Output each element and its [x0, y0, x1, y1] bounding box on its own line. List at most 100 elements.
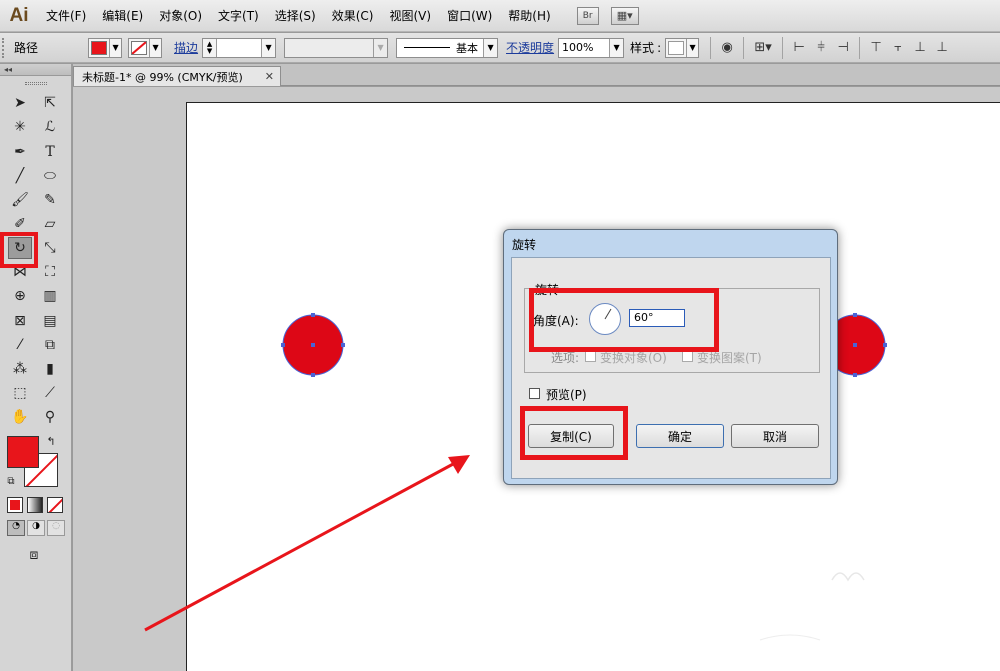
- direct-selection-tool-icon[interactable]: ⇱: [38, 92, 62, 114]
- bridge-button[interactable]: Br: [576, 6, 599, 25]
- copy-button-highlight: [520, 406, 628, 460]
- stroke-color-button[interactable]: ▼: [128, 37, 163, 58]
- menu-select[interactable]: 选择(S): [267, 0, 324, 32]
- close-icon[interactable]: ✕: [265, 70, 274, 83]
- align-top-icon[interactable]: ⊤: [865, 37, 887, 59]
- style-label: 样式: [630, 41, 655, 55]
- object-type-label: 路径: [14, 41, 39, 55]
- gradient-mode-button[interactable]: [27, 497, 43, 513]
- control-bar-grip[interactable]: [2, 37, 10, 58]
- align-bottom-icon[interactable]: ⊥: [909, 37, 931, 59]
- brush-definition-dropdown[interactable]: 基本 ▼: [396, 37, 499, 58]
- screen-mode-icon[interactable]: ⧈: [22, 544, 46, 566]
- align-vertical-center-icon[interactable]: ⫟: [887, 37, 909, 59]
- brush-profile-label: 基本: [456, 41, 479, 55]
- style-colon: :: [657, 40, 662, 55]
- none-mode-button[interactable]: [47, 497, 63, 513]
- fill-swatch: [91, 40, 108, 55]
- zoom-tool-icon[interactable]: ⚲: [38, 406, 62, 428]
- default-fill-stroke-icon[interactable]: ⧉: [4, 474, 18, 488]
- transform-patterns-checkbox[interactable]: [682, 351, 693, 362]
- symbol-sprayer-tool-icon[interactable]: ⁂: [8, 358, 32, 380]
- ok-button[interactable]: 确定: [636, 424, 724, 448]
- menu-edit[interactable]: 编辑(E): [94, 0, 151, 32]
- reference-point-icon[interactable]: ⊞▾: [749, 37, 777, 59]
- magic-wand-tool-icon[interactable]: ✳: [8, 116, 32, 138]
- angle-highlight: [529, 288, 719, 352]
- document-tab-strip: 未标题-1* @ 99% (CMYK/预览) ✕: [73, 64, 1000, 86]
- menu-help[interactable]: 帮助(H): [500, 0, 558, 32]
- no-stroke-icon: [131, 40, 148, 55]
- fill-color-swatch[interactable]: [7, 436, 39, 468]
- column-graph-tool-icon[interactable]: ▮: [38, 358, 62, 380]
- cancel-button[interactable]: 取消: [731, 424, 819, 448]
- swap-fill-stroke-icon[interactable]: ↰: [44, 434, 58, 448]
- menu-bar: Ai 文件(F) 编辑(E) 对象(O) 文字(T) 选择(S) 效果(C) 视…: [0, 0, 1000, 32]
- app-logo: Ai: [9, 4, 29, 26]
- lasso-tool-icon[interactable]: ℒ: [38, 116, 62, 138]
- control-bar: 路径 ▼ ▼ 描边 ▲ ▼ ▼ ▼ 基本 ▼ 不透明度 100% ▼ 样式 : ▼…: [0, 33, 1000, 63]
- menu-effect[interactable]: 效果(C): [324, 0, 382, 32]
- tools-panel: ◂◂ ➤ ⇱ ✳ ℒ ✒ T ╱ ⬭ 🖌 ✎ ✐ ▱ ↻ ⤡ ⋈ ⛶ ⊕ ▥ ⊠…: [0, 64, 72, 671]
- pencil-tool-icon[interactable]: ✎: [38, 189, 62, 211]
- divider: [743, 36, 745, 59]
- dialog-title: 旋转: [512, 238, 537, 252]
- ellipse-tool-icon[interactable]: ⬭: [38, 165, 62, 187]
- eraser-tool-icon[interactable]: ▱: [38, 213, 62, 235]
- shape-builder-tool-icon[interactable]: ⊕: [8, 285, 32, 307]
- variable-width-profile: ▼: [284, 37, 389, 58]
- opacity-label[interactable]: 不透明度: [506, 39, 554, 56]
- menu-file[interactable]: 文件(F): [38, 0, 94, 32]
- chevron-down-icon: ▼: [149, 38, 161, 57]
- arrange-documents-icon[interactable]: ▦▾: [610, 6, 639, 25]
- panel-grip[interactable]: [0, 76, 71, 90]
- distribute-icon[interactable]: ⊥: [931, 37, 953, 59]
- align-horizontal-center-icon[interactable]: ⫩: [810, 37, 832, 59]
- gradient-tool-icon[interactable]: ▤: [38, 310, 62, 332]
- chevron-down-icon[interactable]: ▼: [261, 38, 276, 57]
- stroke-line-icon: [404, 47, 451, 48]
- type-tool-icon[interactable]: T: [38, 141, 62, 163]
- draw-behind-icon[interactable]: ◑: [27, 520, 45, 536]
- stroke-weight-field[interactable]: ▲ ▼ ▼: [202, 37, 277, 58]
- menu-view[interactable]: 视图(V): [381, 0, 439, 32]
- recolor-artwork-icon[interactable]: ◉: [716, 37, 738, 59]
- style-swatch: [668, 40, 685, 55]
- menu-window[interactable]: 窗口(W): [439, 0, 500, 32]
- artboard-tool-icon[interactable]: ⬚: [8, 382, 32, 404]
- chevron-down-icon: ▼: [373, 38, 388, 57]
- draw-inside-icon[interactable]: ◌: [47, 520, 65, 536]
- chevron-down-icon: ▼: [609, 38, 624, 57]
- preview-checkbox[interactable]: [529, 388, 540, 399]
- chevron-down-icon: ▼: [109, 38, 121, 57]
- slice-tool-icon[interactable]: ⟋: [38, 382, 62, 404]
- fill-color-button[interactable]: ▼: [88, 37, 123, 58]
- line-tool-icon[interactable]: ╱: [8, 165, 32, 187]
- align-left-icon[interactable]: ⊢: [788, 37, 810, 59]
- align-right-icon[interactable]: ⊣: [832, 37, 854, 59]
- panel-collapse-icon[interactable]: ◂◂: [0, 64, 71, 76]
- scale-tool-icon[interactable]: ⤡: [38, 237, 62, 259]
- paintbrush-tool-icon[interactable]: 🖌: [8, 189, 32, 211]
- opacity-field[interactable]: 100% ▼: [558, 37, 625, 58]
- menu-object[interactable]: 对象(O): [151, 0, 210, 32]
- opacity-value: 100%: [562, 41, 594, 54]
- graphic-style-button[interactable]: ▼: [665, 37, 700, 58]
- stroke-weight-label[interactable]: 描边: [174, 39, 198, 56]
- free-transform-tool-icon[interactable]: ⛶: [38, 261, 62, 283]
- divider: [710, 36, 712, 59]
- chevron-down-icon: ▼: [483, 38, 498, 57]
- document-tab[interactable]: 未标题-1* @ 99% (CMYK/预览) ✕: [73, 66, 281, 86]
- blend-tool-icon[interactable]: ⧉: [38, 334, 62, 356]
- stepper-icon[interactable]: ▲ ▼: [203, 38, 218, 57]
- perspective-grid-tool-icon[interactable]: ▥: [38, 285, 62, 307]
- pen-tool-icon[interactable]: ✒: [8, 141, 32, 163]
- hand-tool-icon[interactable]: ✋: [8, 406, 32, 428]
- transform-objects-checkbox[interactable]: [585, 351, 596, 362]
- menu-type[interactable]: 文字(T): [210, 0, 267, 32]
- eyedropper-tool-icon[interactable]: ⁄: [8, 334, 32, 356]
- color-mode-button[interactable]: [7, 497, 23, 513]
- mesh-tool-icon[interactable]: ⊠: [8, 310, 32, 332]
- draw-normal-icon[interactable]: ◔: [7, 520, 25, 536]
- selection-tool-icon[interactable]: ➤: [8, 92, 32, 114]
